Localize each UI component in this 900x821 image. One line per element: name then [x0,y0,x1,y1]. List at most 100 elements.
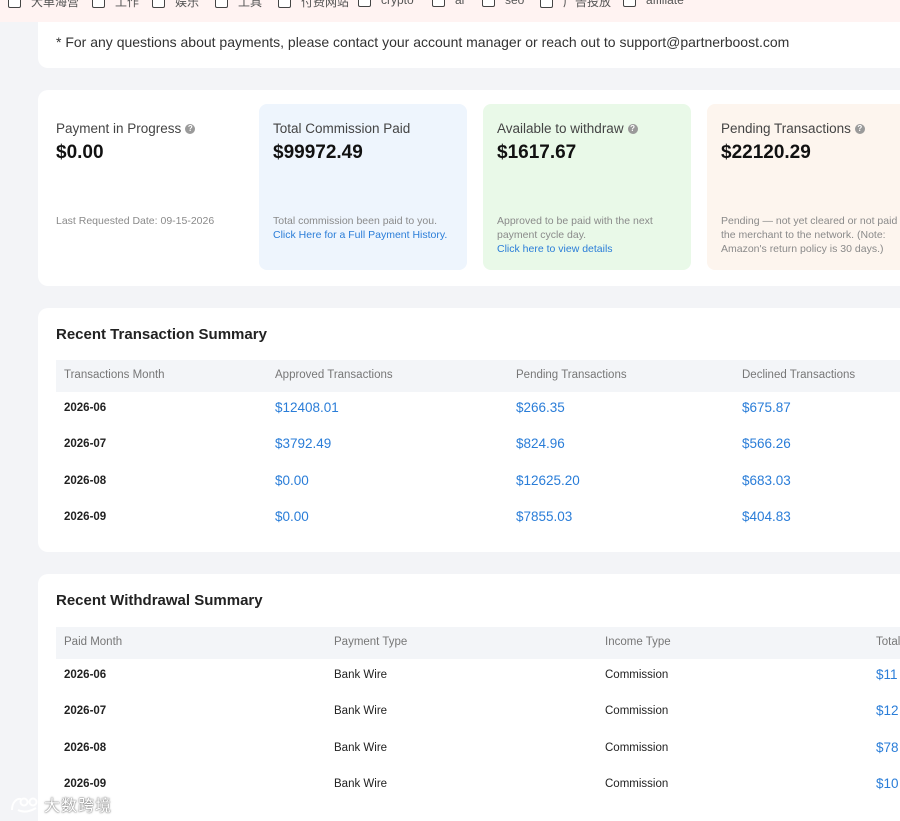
pending-amount-link[interactable]: $7855.03 [516,509,572,524]
folder-icon [278,0,291,8]
bookmark-folder[interactable]: 工作 [92,0,139,10]
declined-amount-link[interactable]: $683.03 [742,473,791,488]
approved-amount-link[interactable]: $0.00 [275,473,309,488]
total-amount-link[interactable]: $12 [876,703,899,718]
folder-icon [432,0,445,7]
income-type-cell: Commission [605,705,669,717]
column-header: Approved Transactions [275,369,393,381]
total-amount-link[interactable]: $11 [876,667,898,682]
watermark-logo-icon [11,797,38,813]
stat-value: $1617.67 [497,142,577,163]
watermark: 大数跨境 [8,792,112,816]
folder-icon [358,0,371,7]
month-cell: 2026-06 [64,402,107,414]
withdrawal-summary-card: Recent Withdrawal Summary Paid Month Pay… [38,574,900,821]
payment-type-cell: Bank Wire [334,778,388,790]
bookmark-folder[interactable]: ai [432,0,464,7]
stat-title: Pending Transactions [721,121,851,136]
stat-pending-transactions: Pending Transactions? $22120.29 Pending … [707,104,900,270]
payment-history-link[interactable]: Click Here for a Full Payment History. [273,228,465,242]
transaction-summary-card: Recent Transaction Summary Transactions … [38,308,900,552]
month-cell: 2026-09 [64,778,107,790]
section-title: Recent Withdrawal Summary [56,592,263,609]
folder-icon [152,0,165,8]
column-header: Paid Month [64,636,123,648]
help-icon[interactable]: ? [185,123,196,134]
bookmark-folder[interactable]: 工具 [215,0,262,10]
bookmark-folder[interactable]: 娱乐 [152,0,199,10]
total-amount-link[interactable]: $10 [876,776,899,791]
screen: 大单海营 工作 娱乐 工具 付费网站 crypto ai seo 广告投放 af… [0,0,900,821]
table-row: 2026-07 $3792.49 $824.96 $566.26 [56,428,900,464]
bookmark-folder[interactable]: 大单海营 [8,0,79,10]
table-row: 2026-06 $12408.01 $266.35 $675.87 [56,392,900,428]
table-row: 2026-07 Bank Wire Commission $12 [56,695,900,731]
help-icon[interactable]: ? [854,123,865,134]
month-cell: 2026-08 [64,475,107,487]
stat-value: $99972.49 [273,142,363,163]
payment-notice-card: * For any questions about payments, plea… [38,22,900,68]
bookmark-folder[interactable]: 广告投放 [540,0,611,10]
page-gutter [0,22,38,821]
payment-type-cell: Bank Wire [334,705,388,717]
declined-amount-link[interactable]: $404.83 [742,509,791,524]
table-header: Paid Month Payment Type Income Type Tota… [56,627,900,659]
approved-amount-link[interactable]: $3792.49 [275,436,331,451]
declined-amount-link[interactable]: $675.87 [742,400,791,415]
pending-amount-link[interactable]: $824.96 [516,436,565,451]
bookmark-folder[interactable]: affiliate [623,0,684,7]
stat-value: $22120.29 [721,142,811,163]
table-row: 2026-08 $0.00 $12625.20 $683.03 [56,465,900,501]
stat-value: $0.00 [56,142,104,163]
approved-amount-link[interactable]: $12408.01 [275,400,339,415]
stat-title: Available to withdraw [497,121,624,136]
payment-type-cell: Bank Wire [334,669,388,681]
column-header: Income Type [605,636,671,648]
folder-icon [623,0,636,7]
month-cell: 2026-06 [64,669,107,681]
table-header: Transactions Month Approved Transactions… [56,360,900,392]
stat-title: Total Commission Paid [273,121,411,136]
month-cell: 2026-09 [64,511,107,523]
bookmark-folder[interactable]: crypto [358,0,414,7]
view-details-link[interactable]: Click here to view details [497,242,689,256]
payment-type-cell: Bank Wire [334,742,388,754]
approved-amount-link[interactable]: $0.00 [275,509,309,524]
bookmark-folder[interactable]: seo [482,0,524,7]
stat-title: Payment in Progress [56,121,182,136]
total-amount-link[interactable]: $78 [876,740,899,755]
bookmarks-bar: 大单海营 工作 娱乐 工具 付费网站 crypto ai seo 广告投放 af… [0,0,900,22]
folder-icon [482,0,495,7]
stat-description: Last Requested Date: 09-15-2026 [56,215,215,227]
section-title: Recent Transaction Summary [56,326,267,343]
column-header: Transactions Month [64,369,165,381]
folder-icon [215,0,228,8]
stat-total-commission-paid: Total Commission Paid $99972.49 Total co… [259,104,467,270]
month-cell: 2026-07 [64,438,107,450]
pending-amount-link[interactable]: $12625.20 [516,473,580,488]
column-header: Total [876,636,900,648]
stat-description: Approved to be paid with the next paymen… [497,215,653,241]
payment-stats-card: Payment in Progress? $0.00 Last Requeste… [38,90,900,286]
stat-payment-in-progress: Payment in Progress? $0.00 Last Requeste… [42,104,250,270]
column-header: Pending Transactions [516,369,627,381]
help-icon[interactable]: ? [627,123,638,134]
income-type-cell: Commission [605,742,669,754]
table-row: 2026-08 Bank Wire Commission $78 [56,732,900,768]
folder-icon [92,0,105,8]
stat-description: Pending — not yet cleared or not paid by… [721,215,900,255]
stat-available-to-withdraw: Available to withdraw? $1617.67 Approved… [483,104,691,270]
watermark-text: 大数跨境 [44,798,113,815]
pending-amount-link[interactable]: $266.35 [516,400,565,415]
payment-notice: * For any questions about payments, plea… [56,34,790,50]
folder-icon [540,0,553,8]
table-row: 2026-09 $0.00 $7855.03 $404.83 [56,501,900,537]
declined-amount-link[interactable]: $566.26 [742,436,791,451]
bookmark-folder[interactable]: 付费网站 [278,0,349,10]
month-cell: 2026-07 [64,705,107,717]
stat-description: Total commission been paid to you. [273,215,438,227]
column-header: Declined Transactions [742,369,856,381]
month-cell: 2026-08 [64,742,107,754]
income-type-cell: Commission [605,669,669,681]
income-type-cell: Commission [605,778,669,790]
